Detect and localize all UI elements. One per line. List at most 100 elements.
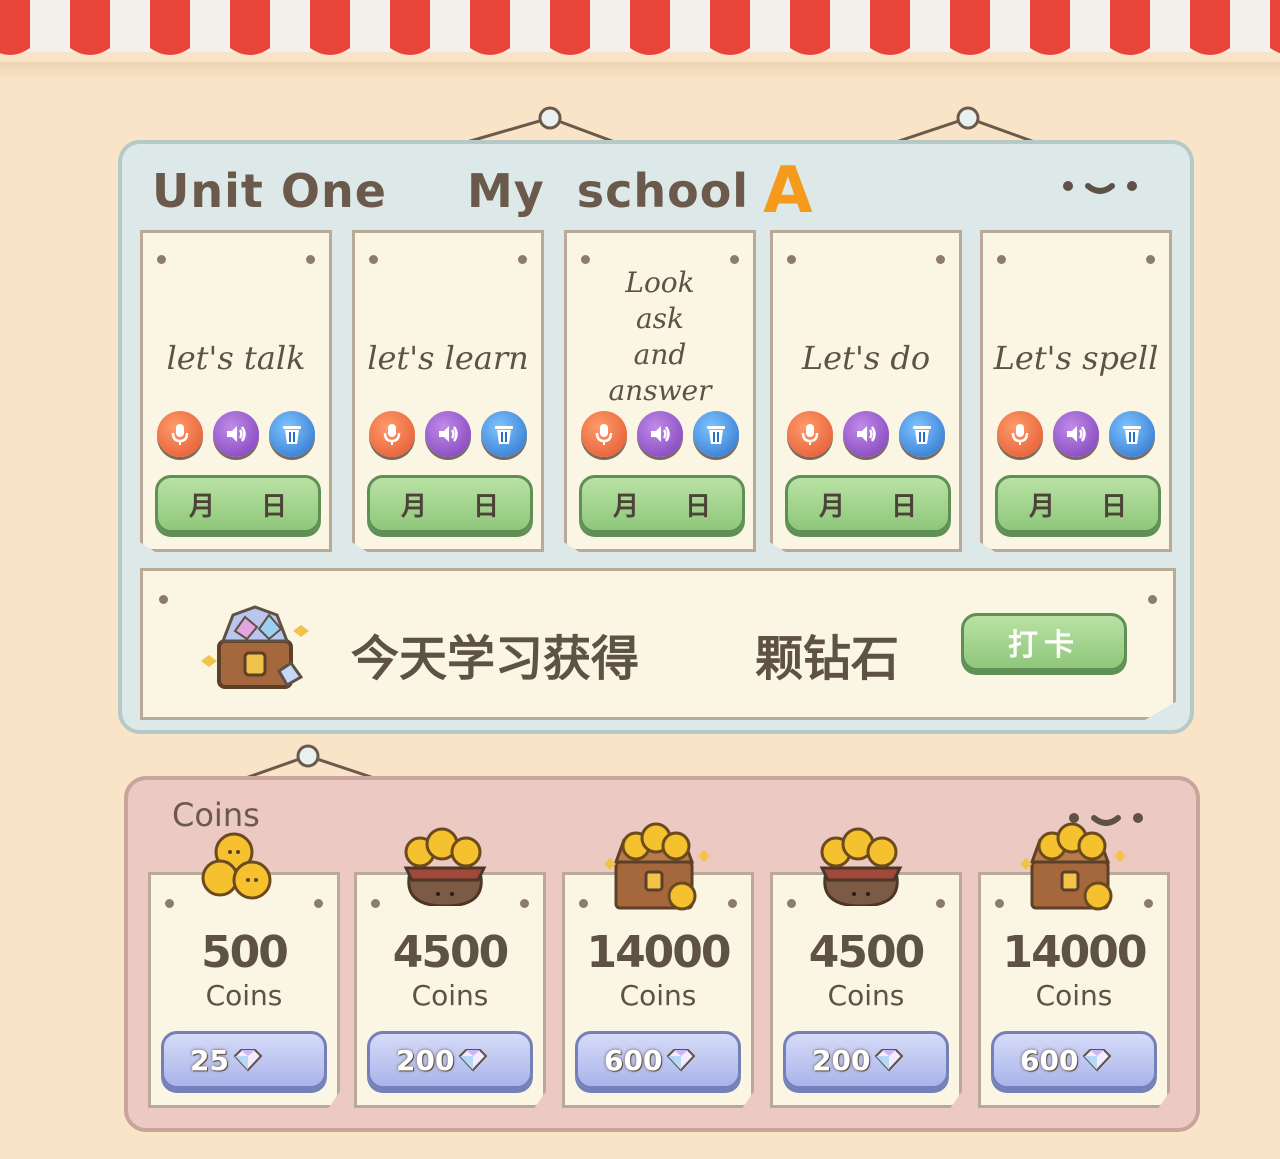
diamond-chest-icon bbox=[201, 605, 309, 689]
microphone-icon[interactable] bbox=[581, 411, 627, 457]
price-value: 200 bbox=[812, 1043, 871, 1077]
buy-button[interactable]: 25 bbox=[161, 1031, 327, 1089]
awning bbox=[0, 0, 1280, 55]
price-value: 200 bbox=[396, 1043, 455, 1077]
price-value: 600 bbox=[604, 1043, 663, 1077]
lesson-label: Look ask and answer bbox=[608, 266, 712, 407]
awning-stripe bbox=[1030, 0, 1070, 55]
awning-stripe bbox=[230, 0, 270, 55]
awning-stripe bbox=[630, 0, 670, 55]
coin-unit: Coins bbox=[1035, 979, 1113, 1012]
awning-stripe bbox=[870, 0, 910, 55]
day-label: 日 bbox=[261, 491, 288, 522]
awning-stripe bbox=[150, 0, 190, 55]
diamond-count-text: 颗钻石 bbox=[755, 631, 900, 687]
month-label: 月 bbox=[818, 491, 845, 522]
coins-shop-panel: Coins 500 Coins 25 4500 Coins 200 14000 … bbox=[124, 776, 1200, 1132]
diamond-icon bbox=[667, 1049, 696, 1072]
price-value: 600 bbox=[1020, 1043, 1079, 1077]
awning-stripe bbox=[0, 0, 30, 55]
day-label: 日 bbox=[1101, 491, 1128, 522]
speaker-icon[interactable] bbox=[637, 411, 683, 457]
awning-stripe bbox=[1110, 0, 1150, 55]
treasure-chest-icon bbox=[594, 816, 714, 920]
microphone-icon[interactable] bbox=[787, 411, 833, 457]
trash-icon[interactable] bbox=[269, 411, 315, 457]
coin-amount: 14000 bbox=[586, 927, 731, 978]
awning-stripe bbox=[790, 0, 830, 55]
coin-bag-icon bbox=[390, 816, 500, 910]
speaker-icon[interactable] bbox=[425, 411, 471, 457]
speaker-icon[interactable] bbox=[843, 411, 889, 457]
month-label: 月 bbox=[400, 491, 427, 522]
lesson-actions bbox=[997, 411, 1155, 457]
awning-shadow bbox=[0, 62, 1280, 80]
coin-amount: 4500 bbox=[808, 927, 925, 978]
date-button[interactable]: 月 日 bbox=[155, 475, 321, 533]
awning-stripe bbox=[710, 0, 750, 55]
day-label: 日 bbox=[891, 491, 918, 522]
diamond-icon bbox=[1083, 1049, 1112, 1072]
unit-name: Unit One bbox=[152, 164, 387, 218]
lesson-card[interactable]: let's learn 月 日 bbox=[352, 230, 544, 552]
month-label: 月 bbox=[1028, 491, 1055, 522]
coin-bag-icon bbox=[806, 816, 916, 910]
diamond-icon bbox=[233, 1049, 263, 1072]
lesson-card[interactable]: Let's spell 月 日 bbox=[980, 230, 1172, 552]
awning-stripe bbox=[70, 0, 110, 55]
unit-title: Unit One My school A bbox=[152, 154, 813, 228]
coin-unit: Coins bbox=[827, 979, 905, 1012]
date-button[interactable]: 月 日 bbox=[785, 475, 951, 533]
buy-button[interactable]: 600 bbox=[991, 1031, 1157, 1089]
unit-panel: Unit One My school A let's talk 月 日 let'… bbox=[118, 140, 1194, 734]
lesson-label: Let's spell bbox=[993, 339, 1159, 377]
clock-in-button[interactable]: 打卡 bbox=[961, 613, 1127, 671]
coin-unit: Coins bbox=[619, 979, 697, 1012]
lesson-label: Let's do bbox=[801, 339, 931, 377]
today-earned-text: 今天学习获得 bbox=[351, 631, 640, 687]
treasure-chest-icon bbox=[1010, 816, 1130, 920]
coin-amount: 14000 bbox=[1002, 927, 1147, 978]
lesson-card[interactable]: let's talk 月 日 bbox=[140, 230, 332, 552]
coin-amount: 4500 bbox=[392, 927, 509, 978]
awning-stripe bbox=[310, 0, 350, 55]
trash-icon[interactable] bbox=[693, 411, 739, 457]
diamond-icon bbox=[459, 1049, 488, 1072]
day-label: 日 bbox=[685, 491, 712, 522]
month-label: 月 bbox=[612, 491, 639, 522]
awning-stripe bbox=[390, 0, 430, 55]
lesson-actions bbox=[787, 411, 945, 457]
coin-unit: Coins bbox=[411, 979, 489, 1012]
microphone-icon[interactable] bbox=[997, 411, 1043, 457]
lesson-actions bbox=[157, 411, 315, 457]
date-button[interactable]: 月 日 bbox=[579, 475, 745, 533]
buy-button[interactable]: 200 bbox=[367, 1031, 533, 1089]
awning-stripe bbox=[470, 0, 510, 55]
lesson-card[interactable]: Look ask and answer 月 日 bbox=[564, 230, 756, 552]
date-button[interactable]: 月 日 bbox=[367, 475, 533, 533]
lesson-label: let's talk bbox=[166, 339, 306, 377]
trash-icon[interactable] bbox=[1109, 411, 1155, 457]
day-label: 日 bbox=[473, 491, 500, 522]
awning-stripe bbox=[950, 0, 990, 55]
trash-icon[interactable] bbox=[481, 411, 527, 457]
checkin-row: 今天学习获得 颗钻石 打卡 bbox=[140, 568, 1176, 720]
price-value: 25 bbox=[190, 1043, 229, 1077]
microphone-icon[interactable] bbox=[369, 411, 415, 457]
face-decoration-icon bbox=[1063, 181, 1137, 194]
buy-button[interactable]: 200 bbox=[783, 1031, 949, 1089]
part-letter: A bbox=[763, 154, 813, 228]
microphone-icon[interactable] bbox=[157, 411, 203, 457]
topic-word-2: school bbox=[576, 164, 750, 218]
speaker-icon[interactable] bbox=[213, 411, 259, 457]
diamond-icon bbox=[875, 1049, 904, 1072]
awning-stripe bbox=[550, 0, 590, 55]
coin-amount: 500 bbox=[201, 927, 289, 978]
awning-stripe bbox=[1270, 0, 1280, 54]
trash-icon[interactable] bbox=[899, 411, 945, 457]
speaker-icon[interactable] bbox=[1053, 411, 1099, 457]
lesson-card[interactable]: Let's do 月 日 bbox=[770, 230, 962, 552]
buy-button[interactable]: 600 bbox=[575, 1031, 741, 1089]
date-button[interactable]: 月 日 bbox=[995, 475, 1161, 533]
coin-unit: Coins bbox=[205, 979, 283, 1012]
